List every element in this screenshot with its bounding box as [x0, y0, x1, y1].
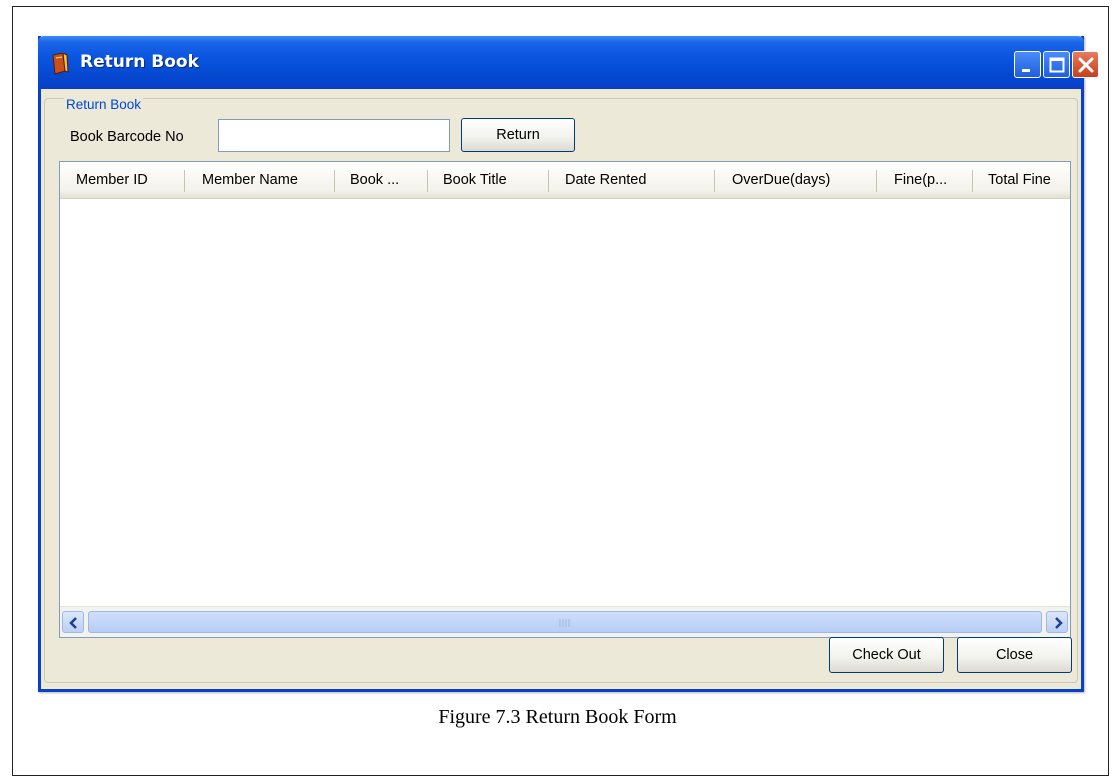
table-header: Member ID Member Name Book ... Book Titl… — [60, 162, 1070, 199]
group-legend: Return Book — [64, 97, 144, 112]
maximize-button[interactable] — [1043, 51, 1070, 78]
column-header[interactable]: Total Fine — [988, 162, 1070, 199]
column-header[interactable]: Member Name — [202, 162, 332, 199]
column-header[interactable]: Fine(p... — [894, 162, 974, 199]
column-header[interactable]: OverDue(days) — [732, 162, 882, 199]
column-divider[interactable] — [714, 170, 715, 192]
return-button[interactable]: Return — [461, 118, 575, 152]
column-divider[interactable] — [427, 170, 428, 192]
window-title: Return Book — [80, 52, 199, 72]
column-header[interactable]: Member ID — [76, 162, 186, 199]
column-divider[interactable] — [876, 170, 877, 192]
barcode-label: Book Barcode No — [70, 129, 184, 145]
column-header[interactable]: Date Rented — [565, 162, 715, 199]
scroll-left-button[interactable] — [62, 611, 84, 633]
scroll-right-button[interactable] — [1046, 611, 1068, 633]
close-icon — [1078, 57, 1094, 73]
close-button[interactable]: Close — [957, 637, 1072, 673]
book-icon — [52, 53, 69, 75]
chevron-right-icon — [1055, 617, 1063, 629]
figure-caption: Figure 7.3 Return Book Form — [438, 706, 677, 728]
minimize-button[interactable] — [1014, 51, 1041, 78]
minimize-icon — [1022, 69, 1030, 72]
column-divider[interactable] — [972, 170, 973, 192]
close-window-button[interactable] — [1072, 51, 1099, 78]
window-client-area: Return Book Book Barcode No Return Membe… — [41, 89, 1081, 689]
rentals-table[interactable]: Member ID Member Name Book ... Book Titl… — [59, 161, 1071, 638]
maximize-icon — [1049, 57, 1065, 73]
barcode-input[interactable] — [218, 119, 450, 152]
return-book-window: Return Book Return Book Book Barcode No … — [38, 36, 1099, 692]
return-book-group: Return Book Book Barcode No Return Membe… — [44, 98, 1078, 683]
horizontal-scrollbar[interactable] — [60, 606, 1070, 637]
column-header[interactable]: Book Title — [443, 162, 543, 199]
scroll-thumb[interactable] — [88, 611, 1042, 633]
column-divider[interactable] — [184, 170, 185, 192]
check-out-button[interactable]: Check Out — [829, 637, 944, 673]
column-divider[interactable] — [548, 170, 549, 192]
column-header[interactable]: Book ... — [350, 162, 418, 199]
column-divider[interactable] — [334, 170, 335, 192]
chevron-left-icon — [69, 617, 77, 629]
grip-icon — [559, 619, 570, 627]
title-bar[interactable]: Return Book — [38, 36, 1099, 89]
